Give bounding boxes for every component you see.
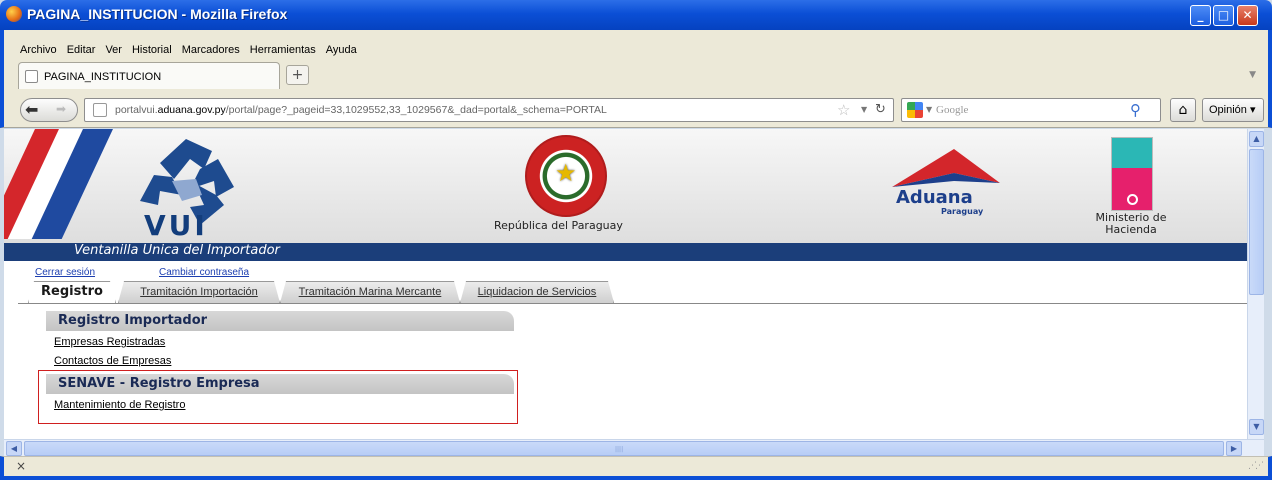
mantenimiento-registro-link[interactable]: Mantenimiento de Registro [54,399,185,411]
search-placeholder: Google [936,104,969,116]
bookmark-star-icon[interactable]: ☆ [837,101,850,119]
window-titlebar: PAGINA_INSTITUCION - Mozilla Firefox _ □… [0,0,1272,30]
aduana-logo-text: Aduana [896,187,973,208]
minimize-button[interactable]: _ [1190,5,1211,26]
url-domain: aduana.gov.py [157,104,226,116]
search-engine-dropdown-icon[interactable]: ▼ [926,105,932,114]
header-banner: VUI ★ República del Paraguay Aduana Para… [4,129,1247,243]
banner-title: Ventanilla Unica del Importador [74,243,280,258]
tab-registro-label: Registro [41,284,103,299]
section-senave-registro-empresa: SENAVE - Registro Empresa [46,374,514,394]
magnifier-icon[interactable]: ⚲ [1130,101,1141,119]
menu-ver[interactable]: Ver [105,44,122,56]
back-arrow-icon[interactable]: ⬅ [25,100,38,119]
scroll-down-icon[interactable]: ▼ [1249,419,1264,435]
history-dropdown-icon[interactable]: ▼ [861,105,867,114]
tab-strip: PAGINA_INSTITUCION + ▼ [0,60,1272,90]
navigation-toolbar: ⬅ ➡ portalvui.aduana.gov.py/portal/page?… [0,90,1272,128]
tab-underline [18,303,1247,304]
maximize-button[interactable]: □ [1213,5,1234,26]
menu-bar: Archivo Editar Ver Historial Marcadores … [0,30,1272,60]
ministry-badge-icon [1111,137,1153,211]
tab-liquidacion-servicios[interactable]: Liquidacion de Servicios [460,281,614,303]
back-forward-buttons: ⬅ ➡ [20,98,78,122]
logout-link[interactable]: Cerrar sesión [35,267,95,278]
menu-herramientas[interactable]: Herramientas [250,44,316,56]
scroll-left-icon[interactable]: ◀ [6,441,22,456]
menu-ayuda[interactable]: Ayuda [326,44,357,56]
site-identity-icon[interactable] [93,103,107,117]
new-tab-button[interactable]: + [286,65,309,85]
vertical-scroll-thumb[interactable] [1249,149,1264,295]
tab-tramitacion-importacion[interactable]: Tramitación Importación [118,281,280,303]
feedback-label: Opinión [1209,104,1247,116]
tab-registro[interactable]: Registro [28,281,116,303]
home-button[interactable]: ⌂ [1170,98,1196,122]
resize-grip-icon[interactable]: ⋰⋰ [1248,461,1264,471]
forward-arrow-icon[interactable]: ➡ [56,102,66,116]
menu-historial[interactable]: Historial [132,44,172,56]
url-text[interactable]: portalvui.aduana.gov.py/portal/page?_pag… [115,104,607,116]
firefox-icon [6,6,22,22]
menu-archivo[interactable]: Archivo [20,44,57,56]
browser-tab-title: PAGINA_INSTITUCION [44,71,162,83]
vui-logo-text: VUI [144,209,208,242]
tab-list-icon[interactable]: ▼ [1249,70,1256,80]
tab-liquidacion-servicios-label: Liquidacion de Servicios [477,286,597,298]
scroll-right-icon[interactable]: ▶ [1226,441,1242,456]
url-prefix: portalvui. [115,104,158,116]
contactos-empresas-link[interactable]: Contactos de Empresas [54,355,171,367]
menu-editar[interactable]: Editar [67,44,96,56]
page-favicon-icon [25,70,38,83]
tab-tramitacion-importacion-label: Tramitación Importación [140,286,258,298]
page-content: VUI ★ República del Paraguay Aduana Para… [4,129,1247,439]
vertical-scrollbar[interactable]: ▲ ▼ [1247,129,1264,439]
address-bar[interactable]: portalvui.aduana.gov.py/portal/page?_pag… [84,98,894,122]
search-bar[interactable]: ▼ Google ⚲ [901,98,1161,122]
home-icon: ⌂ [1178,102,1188,118]
banner-title-bar: Ventanilla Unica del Importador [4,243,1247,261]
google-icon[interactable] [907,102,923,118]
window-title: PAGINA_INSTITUCION - Mozilla Firefox [27,6,288,22]
seal-caption: República del Paraguay [494,219,623,232]
status-bar: × ⋰⋰ [0,456,1272,480]
menu-marcadores[interactable]: Marcadores [182,44,240,56]
ministry-caption: Ministerio de Hacienda [1095,211,1167,236]
feedback-button[interactable]: Opinión ▾ [1202,98,1264,122]
browser-tab[interactable]: PAGINA_INSTITUCION [18,62,280,89]
close-findbar-icon[interactable]: × [16,459,26,473]
empresas-registradas-link[interactable]: Empresas Registradas [54,336,165,348]
change-password-link[interactable]: Cambiar contraseña [159,267,249,278]
url-path: /portal/page?_pageid=33,1029552,33_10295… [225,104,607,116]
tab-tramitacion-marina-mercante[interactable]: Tramitación Marina Mercante [280,281,460,303]
aduana-logo-subtext: Paraguay [941,207,984,216]
close-button[interactable]: ✕ [1237,5,1258,26]
tab-tramitacion-marina-mercante-label: Tramitación Marina Mercante [298,286,442,298]
scroll-up-icon[interactable]: ▲ [1249,131,1264,147]
section-registro-importador: Registro Importador [46,311,514,331]
reload-icon[interactable]: ↻ [875,102,886,117]
horizontal-scroll-thumb[interactable]: |||| [24,441,1224,456]
paraguay-seal-icon: ★ [525,135,607,217]
horizontal-scrollbar[interactable]: ◀ |||| ▶ [4,439,1264,456]
